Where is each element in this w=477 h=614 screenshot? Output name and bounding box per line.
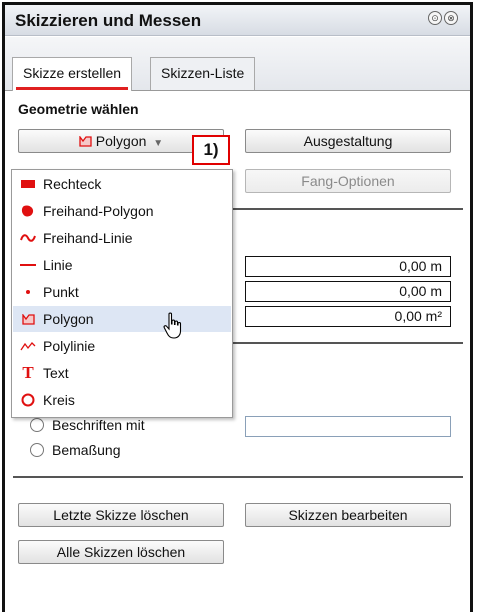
- bemassung-label: Bemaßung: [52, 442, 121, 458]
- dropdown-item-label: Polylinie: [43, 338, 96, 354]
- letzte-skizze-loeschen-button[interactable]: Letzte Skizze löschen: [18, 503, 224, 527]
- geometry-dropdown: Rechteck Freihand-Polygon Freihand-Linie…: [11, 169, 233, 418]
- length-field: 0,00 m: [245, 256, 451, 277]
- dropdown-item-freihand-linie[interactable]: Freihand-Linie: [13, 225, 231, 251]
- freehand-polygon-icon: [20, 203, 36, 219]
- dropdown-item-label: Polygon: [43, 311, 94, 327]
- collapse-icon[interactable]: ⊙: [428, 11, 442, 25]
- hand-cursor-icon: [162, 312, 186, 343]
- close-icon[interactable]: ⊗: [444, 11, 458, 25]
- rectangle-icon: [20, 176, 36, 192]
- bemassung-radio[interactable]: [30, 443, 44, 457]
- divider: [233, 208, 463, 210]
- freehand-line-icon: [20, 230, 36, 246]
- tab-skizze-erstellen[interactable]: Skizze erstellen: [12, 57, 133, 91]
- point-icon: [20, 284, 36, 300]
- bemassung-option[interactable]: Bemaßung: [30, 442, 120, 458]
- beschriften-option[interactable]: Beschriften mit: [30, 417, 145, 433]
- tab-skizzen-liste[interactable]: Skizzen-Liste: [150, 57, 256, 90]
- title-bar: Skizzieren und Messen ⊙ ⊗: [5, 5, 470, 36]
- chevron-down-icon: ▼: [153, 138, 164, 149]
- dropdown-item-polygon[interactable]: Polygon: [13, 306, 231, 332]
- beschriften-input[interactable]: [245, 416, 451, 437]
- dropdown-item-label: Punkt: [43, 284, 79, 300]
- sketch-measure-panel: Skizzieren und Messen ⊙ ⊗ Skizze erstell…: [2, 2, 473, 612]
- dropdown-item-polylinie[interactable]: Polylinie: [13, 333, 231, 359]
- dropdown-item-label: Linie: [43, 257, 73, 273]
- dropdown-item-text[interactable]: T Text: [13, 360, 231, 386]
- dropdown-item-rechteck[interactable]: Rechteck: [13, 171, 231, 197]
- dropdown-item-label: Freihand-Polygon: [43, 203, 154, 219]
- ausgestaltung-button[interactable]: Ausgestaltung: [245, 129, 451, 153]
- divider: [13, 476, 463, 478]
- fang-optionen-button[interactable]: Fang-Optionen: [245, 169, 451, 193]
- area-field: 0,00 m²: [245, 306, 451, 327]
- skizzen-bearbeiten-button[interactable]: Skizzen bearbeiten: [245, 503, 451, 527]
- dropdown-item-label: Text: [43, 365, 69, 381]
- polygon-icon: [79, 135, 92, 147]
- geometry-heading: Geometrie wählen: [18, 101, 139, 117]
- text-icon: T: [22, 363, 34, 382]
- circle-icon: [20, 392, 36, 408]
- window-buttons: ⊙ ⊗: [428, 11, 458, 25]
- dropdown-item-punkt[interactable]: Punkt: [13, 279, 231, 305]
- dropdown-item-label: Kreis: [43, 392, 75, 408]
- polyline-icon: [20, 338, 36, 354]
- beschriften-label: Beschriften mit: [52, 417, 145, 433]
- step-callout: 1): [192, 135, 230, 165]
- beschriften-radio[interactable]: [30, 418, 44, 432]
- dropdown-item-label: Freihand-Linie: [43, 230, 133, 246]
- alle-skizzen-loeschen-button[interactable]: Alle Skizzen löschen: [18, 540, 224, 564]
- dropdown-item-linie[interactable]: Linie: [13, 252, 231, 278]
- line-icon: [20, 257, 36, 273]
- perimeter-field: 0,00 m: [245, 281, 451, 302]
- tab-bar: Skizze erstellen Skizzen-Liste: [5, 37, 470, 91]
- dropdown-item-freihand-polygon[interactable]: Freihand-Polygon: [13, 198, 231, 224]
- polygon-icon: [20, 311, 36, 327]
- panel-title: Skizzieren und Messen: [15, 11, 202, 30]
- dropdown-item-label: Rechteck: [43, 176, 102, 192]
- dropdown-item-kreis[interactable]: Kreis: [13, 387, 231, 413]
- divider: [233, 342, 463, 344]
- geometry-select-label: Polygon: [95, 133, 147, 149]
